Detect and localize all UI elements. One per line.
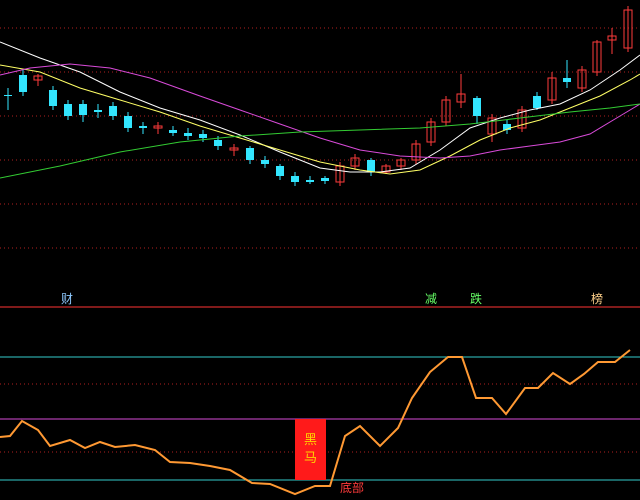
- candle-body-down-35: [533, 96, 541, 108]
- flag-die: 跌: [470, 292, 483, 306]
- candle-body-down-8: [124, 116, 132, 128]
- candle-body-down-7: [109, 106, 117, 116]
- candle-body-down-3: [49, 90, 57, 106]
- candle-body-down-9: [139, 126, 147, 128]
- black-horse-char-2: 马: [303, 450, 317, 466]
- ma-line-short: [0, 41, 640, 173]
- candle-body-down-5: [79, 104, 87, 115]
- candle-body-down-1: [19, 75, 27, 92]
- candle-body-down-37: [563, 78, 571, 82]
- candle-body-down-21: [321, 178, 329, 181]
- ma-line-long-2: [0, 103, 640, 179]
- candle-body-down-20: [306, 180, 314, 182]
- candle-body-down-11: [169, 130, 177, 133]
- candle-body-down-24: [367, 160, 375, 172]
- black-horse-char-1: 黑: [303, 432, 317, 448]
- candle-body-down-13: [199, 134, 207, 138]
- flag-bang: 榜: [591, 292, 604, 306]
- candle-body-down-31: [473, 98, 481, 116]
- candle-body-down-19: [291, 176, 299, 182]
- candle-body-down-6: [94, 110, 102, 112]
- flag-jian: 减: [425, 292, 438, 306]
- candle-body-down-12: [184, 133, 192, 136]
- bottom-signal-label: 底部: [340, 481, 365, 495]
- black-horse-signal: 黑 马: [295, 419, 326, 480]
- candle-body-down-18: [276, 166, 284, 176]
- candle-body-down-14: [214, 140, 222, 146]
- candle-body-down-0: [4, 95, 12, 96]
- flag-cai: 财: [61, 292, 74, 306]
- candle-body-down-16: [246, 148, 254, 160]
- candlestick-series: [4, 6, 633, 186]
- candle-body-down-17: [261, 160, 269, 164]
- candle-body-down-4: [64, 104, 72, 116]
- chart-grid: [0, 27, 640, 453]
